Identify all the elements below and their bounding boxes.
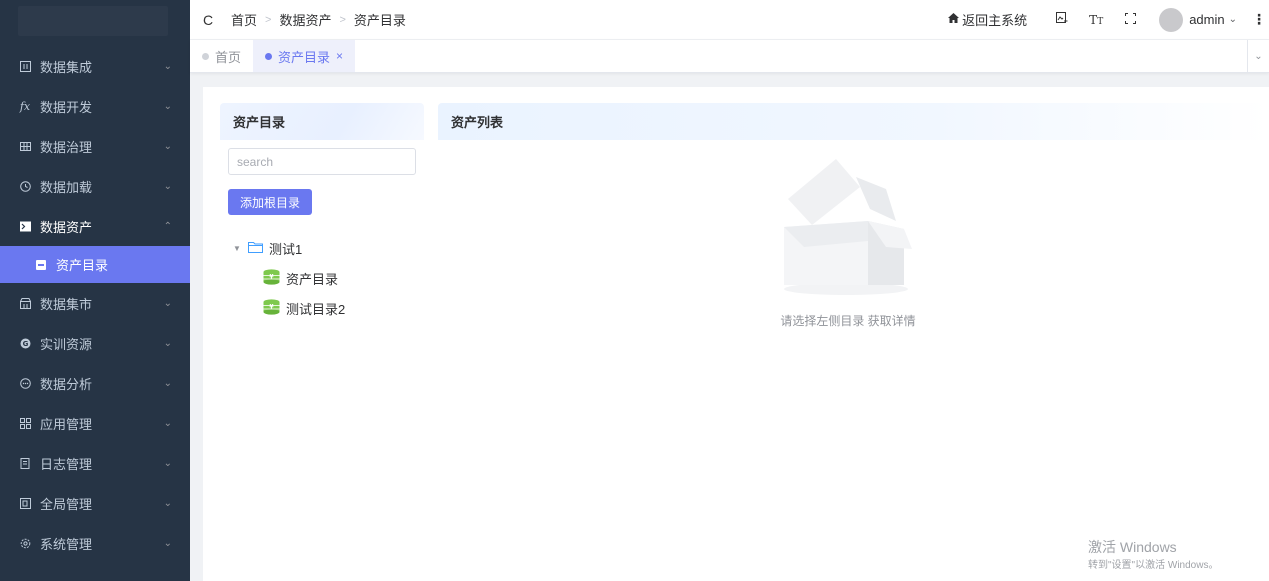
chevron-down-icon[interactable]: ⌄ bbox=[1247, 40, 1269, 72]
breadcrumb-data-assets[interactable]: 数据资产 bbox=[279, 10, 331, 29]
catalog-panel-title: 资产目录 bbox=[220, 103, 424, 140]
search-input[interactable] bbox=[228, 148, 416, 175]
tree-node-child[interactable]: ¥ 测试目录2 bbox=[233, 293, 424, 323]
image-export-icon[interactable] bbox=[1045, 12, 1079, 27]
username[interactable]: admin bbox=[1189, 12, 1224, 27]
tree-node-root[interactable]: ▼ 测试1 bbox=[233, 233, 424, 263]
tag-home[interactable]: 首页 bbox=[190, 40, 253, 72]
asset-list-title: 资产列表 bbox=[438, 103, 1269, 140]
chevron-down-icon: ⌄ bbox=[163, 377, 172, 389]
catalog-panel: 资产目录 添加根目录 ▼ 测试1 ¥ 资产目录 ¥ bbox=[220, 103, 424, 323]
gear-icon bbox=[18, 536, 32, 550]
chevron-down-icon: ⌄ bbox=[163, 140, 172, 152]
caret-down-icon[interactable]: ▼ bbox=[233, 244, 243, 253]
menu-item-system-management[interactable]: 系统管理 ⌄ bbox=[0, 523, 190, 563]
chevron-right-icon: > bbox=[265, 13, 272, 26]
terminal-icon bbox=[18, 219, 32, 233]
breadcrumb: 首页 > 数据资产 > 资产目录 bbox=[231, 10, 406, 29]
clock-icon bbox=[18, 179, 32, 193]
menu-item-app-management[interactable]: 应用管理 ⌄ bbox=[0, 403, 190, 443]
svg-text:G: G bbox=[22, 340, 28, 348]
more-vertical-icon[interactable]: ⋮ bbox=[1249, 11, 1269, 28]
sidebar: 数据集成 ⌄ fx 数据开发 ⌄ 数据治理 ⌄ 数据加载 ⌄ 数据资产 ⌃ 资产… bbox=[0, 0, 190, 581]
chevron-down-icon: ⌄ bbox=[163, 337, 172, 349]
menu-item-log-management[interactable]: 日志管理 ⌄ bbox=[0, 443, 190, 483]
grid-icon bbox=[18, 59, 32, 73]
chevron-down-icon: ⌄ bbox=[163, 60, 172, 72]
chevron-down-icon[interactable]: ⌄ bbox=[1229, 14, 1237, 25]
empty-box-illustration bbox=[778, 159, 918, 302]
chevron-down-icon: ⌄ bbox=[163, 457, 172, 469]
tag-asset-catalog[interactable]: 资产目录 × bbox=[253, 40, 356, 72]
breadcrumb-current: 资产目录 bbox=[353, 13, 406, 28]
menu-item-data-governance[interactable]: 数据治理 ⌄ bbox=[0, 126, 190, 166]
database-icon: ¥ bbox=[263, 268, 280, 288]
fx-icon: fx bbox=[19, 99, 31, 113]
asset-list-panel: 资产列表 bbox=[438, 103, 1269, 140]
chevron-down-icon: ⌄ bbox=[163, 497, 172, 509]
menu-item-data-analysis[interactable]: 数据分析 ⌄ bbox=[0, 363, 190, 403]
menu-item-training-resources[interactable]: G 实训资源 ⌄ bbox=[0, 323, 190, 363]
back-main-system-link[interactable]: 返回主系统 bbox=[948, 10, 1027, 29]
main-content: 资产目录 添加根目录 ▼ 测试1 ¥ 资产目录 ¥ bbox=[203, 87, 1269, 581]
g-circle-icon: G bbox=[18, 336, 32, 350]
global-icon bbox=[18, 496, 32, 510]
apps-icon bbox=[18, 416, 32, 430]
chevron-down-icon: ⌄ bbox=[163, 417, 172, 429]
close-icon[interactable]: × bbox=[336, 49, 343, 63]
menu-item-global-management[interactable]: 全局管理 ⌄ bbox=[0, 483, 190, 523]
chevron-up-icon: ⌃ bbox=[163, 220, 172, 232]
chevron-down-icon: ⌄ bbox=[163, 180, 172, 192]
chevron-down-icon: ⌄ bbox=[163, 297, 172, 309]
avatar[interactable] bbox=[1159, 7, 1184, 32]
menu-item-data-loading[interactable]: 数据加载 ⌄ bbox=[0, 166, 190, 206]
store-icon bbox=[18, 296, 32, 310]
tag-dot bbox=[265, 52, 273, 60]
log-icon bbox=[18, 456, 32, 470]
table-icon bbox=[18, 139, 32, 153]
chevron-right-icon: > bbox=[339, 13, 346, 26]
menu-item-data-integration[interactable]: 数据集成 ⌄ bbox=[0, 46, 190, 86]
breadcrumb-home[interactable]: 首页 bbox=[231, 10, 257, 29]
chevron-down-icon: ⌄ bbox=[163, 100, 172, 112]
catalog-icon bbox=[36, 259, 46, 270]
catalog-tree: ▼ 测试1 ¥ 资产目录 ¥ 测试目录2 bbox=[233, 233, 424, 323]
top-navbar: C 首页 > 数据资产 > 资产目录 返回主系统 TT admin ⌄ ⋮ bbox=[190, 0, 1269, 40]
logo bbox=[18, 6, 168, 46]
empty-state-text: 请选择左侧目录 获取详情 bbox=[780, 314, 916, 328]
tags-view: 首页 资产目录 × ⌄ bbox=[190, 40, 1269, 73]
refresh-icon[interactable]: C bbox=[193, 12, 223, 28]
menu-item-data-mart[interactable]: 数据集市 ⌄ bbox=[0, 283, 190, 323]
tag-dot bbox=[202, 52, 209, 60]
windows-activation-hint: 转到"设置"以激活 Windows。 bbox=[1088, 560, 1219, 571]
tree-node-child[interactable]: ¥ 资产目录 bbox=[233, 263, 424, 293]
database-icon: ¥ bbox=[263, 298, 280, 318]
font-size-icon[interactable]: TT bbox=[1079, 13, 1113, 27]
menu-item-data-development[interactable]: fx 数据开发 ⌄ bbox=[0, 86, 190, 126]
chevron-down-icon: ⌄ bbox=[163, 537, 172, 549]
folder-icon bbox=[248, 241, 263, 256]
chat-icon bbox=[18, 376, 32, 390]
fullscreen-icon[interactable] bbox=[1113, 12, 1147, 27]
submenu-item-asset-catalog[interactable]: 资产目录 bbox=[0, 246, 190, 283]
add-root-directory-button[interactable]: 添加根目录 bbox=[228, 189, 313, 215]
home-icon bbox=[948, 13, 960, 26]
menu-item-data-assets[interactable]: 数据资产 ⌃ bbox=[0, 206, 190, 246]
windows-activation-watermark: 激活 Windows bbox=[1088, 539, 1177, 555]
